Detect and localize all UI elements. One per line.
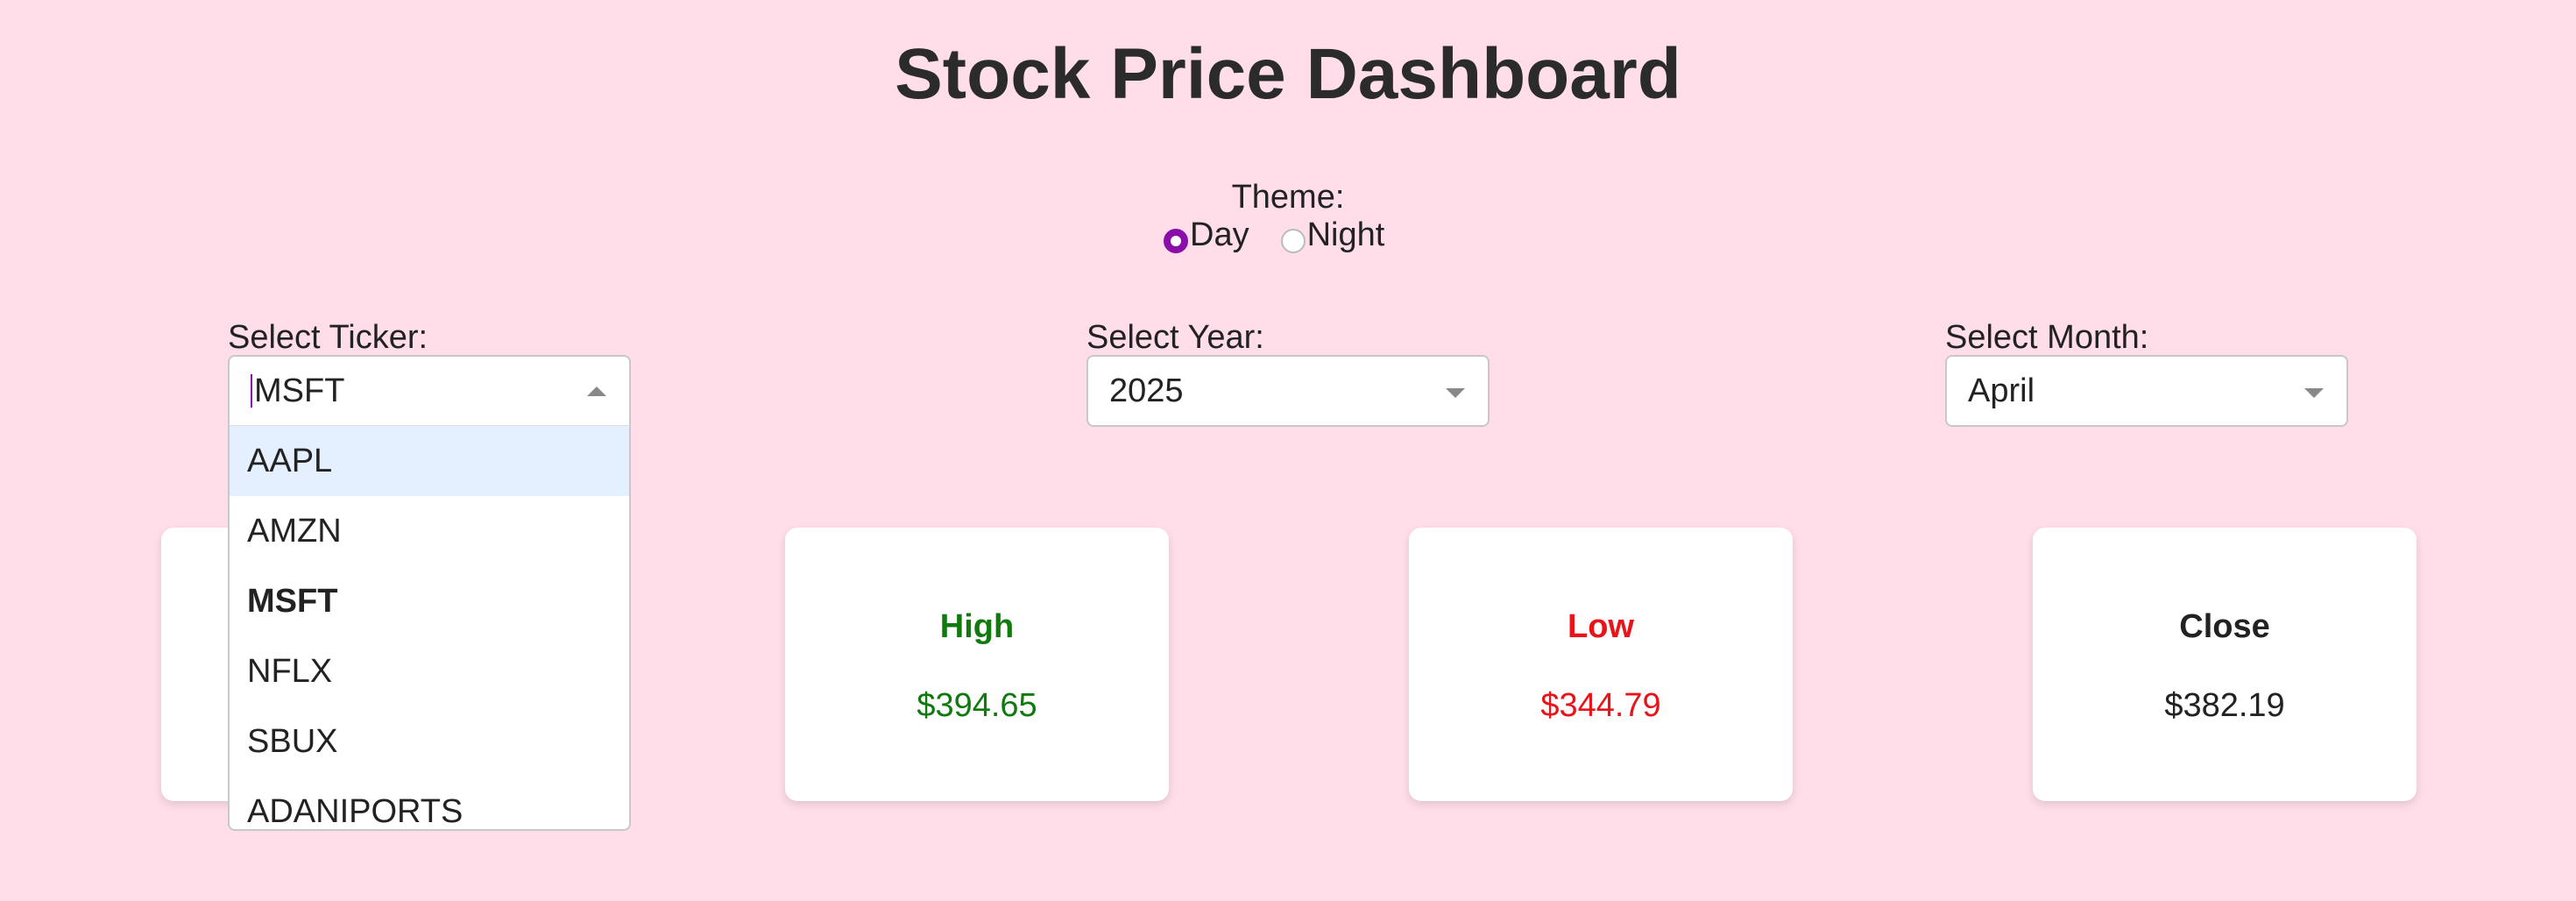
ticker-option-aapl[interactable]: AAPL [230,426,629,496]
theme-day-radio[interactable] [1164,228,1188,253]
ticker-select-value[interactable]: MSFT [254,372,344,410]
close-card-value: $382.19 [2164,687,2285,724]
month-select[interactable]: April [1945,355,2348,427]
high-card: High $394.65 [785,528,1169,801]
ticker-dropdown-menu[interactable]: AAPL AMZN MSFT NFLX SBUX ADANIPORTS [228,425,631,831]
ticker-option-adaniports[interactable]: ADANIPORTS [230,777,629,830]
low-card-value: $344.79 [1540,687,1661,724]
month-label: Select Month: [1945,319,2149,356]
close-card-title: Close [2179,608,2270,645]
high-card-title: High [939,608,1015,645]
chevron-down-icon[interactable] [1446,388,1465,398]
year-select[interactable]: 2025 [1086,355,1490,427]
ticker-select[interactable]: MSFT [228,355,631,427]
low-card: Low $344.79 [1409,528,1793,801]
year-select-value[interactable]: 2025 [1109,372,1184,410]
text-caret [251,374,252,408]
year-label: Select Year: [1086,319,1264,356]
close-card: Close $382.19 [2033,528,2417,801]
ticker-option-msft[interactable]: MSFT [230,566,629,636]
low-card-title: Low [1568,608,1634,645]
page-title: Stock Price Dashboard [895,34,1681,114]
theme-night-radio[interactable] [1280,228,1306,253]
theme-radio-group: Day Night [1164,216,1384,254]
ticker-option-amzn[interactable]: AMZN [230,496,629,566]
theme-day-label[interactable]: Day [1190,216,1249,254]
ticker-label: Select Ticker: [228,319,428,356]
dashboard-page: Stock Price Dashboard Theme: Day Night S… [0,0,2576,901]
ticker-option-nflx[interactable]: NFLX [230,636,629,706]
theme-label: Theme: [1231,179,1345,216]
theme-night-label[interactable]: Night [1307,216,1385,254]
chevron-up-icon[interactable] [587,387,606,396]
chevron-down-icon[interactable] [2304,388,2324,398]
high-card-value: $394.65 [916,687,1037,724]
ticker-option-sbux[interactable]: SBUX [230,706,629,777]
month-select-value[interactable]: April [1968,372,2035,410]
